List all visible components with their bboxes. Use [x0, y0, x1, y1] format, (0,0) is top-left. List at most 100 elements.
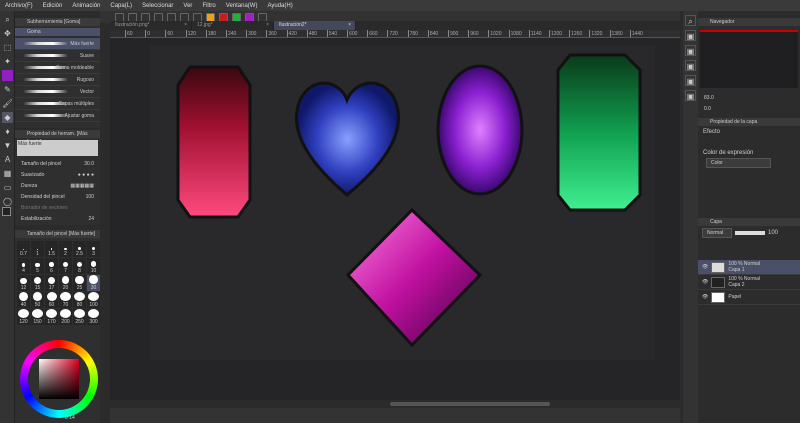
wand-tool-icon[interactable]: ✦: [2, 56, 13, 67]
brush-size-option[interactable]: 7: [59, 258, 72, 274]
eraser-tool-icon[interactable]: ◆: [2, 112, 13, 123]
fill-tool-icon[interactable]: ▼: [2, 140, 13, 151]
brush-tool-icon[interactable]: 🖌: [2, 98, 13, 109]
subtool-item[interactable]: Capas múltiples: [15, 98, 100, 110]
select-tool-icon[interactable]: ⬚: [2, 42, 13, 53]
menu-item-6[interactable]: Filtro: [202, 3, 215, 9]
subtool-group[interactable]: Goma: [15, 28, 100, 36]
opacity-slider[interactable]: [735, 231, 765, 235]
angle-row[interactable]: 0.0: [698, 103, 800, 114]
blend-mode-select[interactable]: Normal: [702, 228, 732, 238]
brush-size-option[interactable]: 40: [17, 292, 30, 308]
density-row[interactable]: Densidad del pincel 100: [15, 191, 100, 202]
layer-row[interactable]: 👁 100 % Normal Capa 2: [698, 275, 800, 290]
brush-size-option[interactable]: 100: [87, 292, 100, 308]
smoothing-row[interactable]: Suavizado ● ● ● ●: [15, 169, 100, 180]
menu-item-7[interactable]: Ventana(W): [226, 3, 258, 9]
eye-icon[interactable]: 👁: [702, 264, 708, 270]
material-icon[interactable]: ▣: [685, 45, 696, 56]
opacity-value[interactable]: 100: [768, 230, 778, 236]
brush-size-option[interactable]: 2.5: [73, 241, 86, 257]
subtool-item[interactable]: Rugoso: [15, 74, 100, 86]
brush-size-option[interactable]: 8: [73, 258, 86, 274]
frame-tool-icon[interactable]: ▭: [2, 182, 13, 193]
close-icon[interactable]: ×: [266, 21, 269, 30]
hardness-options[interactable]: ▦▦▦▦▦: [70, 183, 94, 189]
brush-size-option[interactable]: 250: [73, 309, 86, 325]
brush-size-option[interactable]: 25: [73, 275, 86, 291]
brush-size-option[interactable]: 70: [59, 292, 72, 308]
zoom-tool-icon[interactable]: ⌕: [2, 14, 13, 25]
color-swatch-icon[interactable]: [2, 70, 13, 81]
navigator-preview[interactable]: [700, 30, 798, 88]
brush-size-option[interactable]: 3: [87, 241, 100, 257]
menu-item-8[interactable]: Ayuda(H): [267, 3, 292, 9]
subtool-item[interactable]: Vector: [15, 86, 100, 98]
brush-size-option[interactable]: 12: [17, 275, 30, 291]
menu-item-1[interactable]: Edición: [43, 3, 63, 9]
brush-size-option[interactable]: 6: [45, 258, 58, 274]
subtool-item[interactable]: Más fuerte: [15, 38, 100, 50]
subtool-item[interactable]: Ajustar goma: [15, 110, 100, 122]
stabilization-row[interactable]: Estabilización 24: [15, 213, 100, 224]
gradient-tool-icon[interactable]: ▦: [2, 168, 13, 179]
menu-item-3[interactable]: Capa(L): [110, 3, 132, 9]
brush-size-option[interactable]: 1: [31, 241, 44, 257]
menu-item-0[interactable]: Archivo(F): [5, 3, 33, 9]
brush-size-option[interactable]: 10: [87, 258, 100, 274]
brush-size-option[interactable]: 60: [45, 292, 58, 308]
hue-ring[interactable]: [20, 340, 98, 418]
text-tool-icon[interactable]: A: [2, 154, 13, 165]
zoom-value[interactable]: 83.0: [704, 95, 714, 101]
search-icon[interactable]: ⌕: [685, 15, 696, 26]
close-icon[interactable]: ×: [348, 21, 351, 30]
brush-size-option[interactable]: 2: [59, 241, 72, 257]
hardness-row[interactable]: Dureza ▦▦▦▦▦: [15, 180, 100, 191]
brush-size-option[interactable]: 150: [31, 309, 44, 325]
material-icon[interactable]: ▣: [685, 30, 696, 41]
brush-size-option[interactable]: 30: [87, 275, 100, 291]
vector-eraser-row[interactable]: Borrador de vectores: [15, 202, 100, 213]
menu-item-4[interactable]: Seleccionar: [142, 3, 173, 9]
zoom-row[interactable]: 83.0: [698, 92, 800, 103]
brush-size-option[interactable]: 15: [31, 275, 44, 291]
eye-icon[interactable]: 👁: [702, 294, 708, 300]
pen-tool-icon[interactable]: ✎: [2, 84, 13, 95]
main-color-swatch[interactable]: [2, 207, 11, 216]
close-icon[interactable]: ×: [184, 21, 187, 30]
material-icon[interactable]: ▣: [685, 90, 696, 101]
horizontal-scrollbar[interactable]: [110, 400, 680, 408]
brush-size-option[interactable]: 200: [59, 309, 72, 325]
brush-size-row[interactable]: Tamaño del pincel 30.0: [15, 158, 100, 169]
artboard[interactable]: [150, 45, 655, 360]
layer-row[interactable]: 👁 Papel: [698, 290, 800, 305]
brush-size-option[interactable]: 0.7: [17, 241, 30, 257]
subtool-item[interactable]: Goma moldeable: [15, 62, 100, 74]
brush-size-option[interactable]: 300: [87, 309, 100, 325]
menu-item-5[interactable]: Ver: [183, 3, 192, 9]
blend-tool-icon[interactable]: ♦: [2, 126, 13, 137]
brush-size-option[interactable]: 170: [45, 309, 58, 325]
value[interactable]: 30.0: [84, 161, 94, 167]
brush-size-option[interactable]: 5: [31, 258, 44, 274]
menu-item-2[interactable]: Animación: [72, 3, 100, 9]
document-tab[interactable]: Ilustración.png* ×: [110, 21, 192, 30]
saturation-value-square[interactable]: [39, 359, 79, 399]
angle-value[interactable]: 0.0: [704, 106, 711, 112]
brush-size-option[interactable]: 4: [17, 258, 30, 274]
brush-size-option[interactable]: 17: [45, 275, 58, 291]
move-tool-icon[interactable]: ✥: [2, 28, 13, 39]
brush-size-option[interactable]: 120: [17, 309, 30, 325]
expression-color-select[interactable]: Color: [706, 158, 771, 168]
eye-icon[interactable]: 👁: [702, 279, 708, 285]
smoothing-options[interactable]: ● ● ● ●: [78, 172, 94, 178]
layer-row[interactable]: 👁 100 % Normal Capa 1: [698, 260, 800, 275]
brush-size-option[interactable]: 1.5: [45, 241, 58, 257]
brush-size-option[interactable]: 50: [31, 292, 44, 308]
value[interactable]: 24: [88, 216, 94, 222]
value[interactable]: 100: [86, 194, 94, 200]
document-tab[interactable]: Ilustración2* ×: [274, 21, 356, 30]
balloon-tool-icon[interactable]: ◯: [2, 196, 13, 207]
material-icon[interactable]: ▣: [685, 75, 696, 86]
brush-size-option[interactable]: 80: [73, 292, 86, 308]
